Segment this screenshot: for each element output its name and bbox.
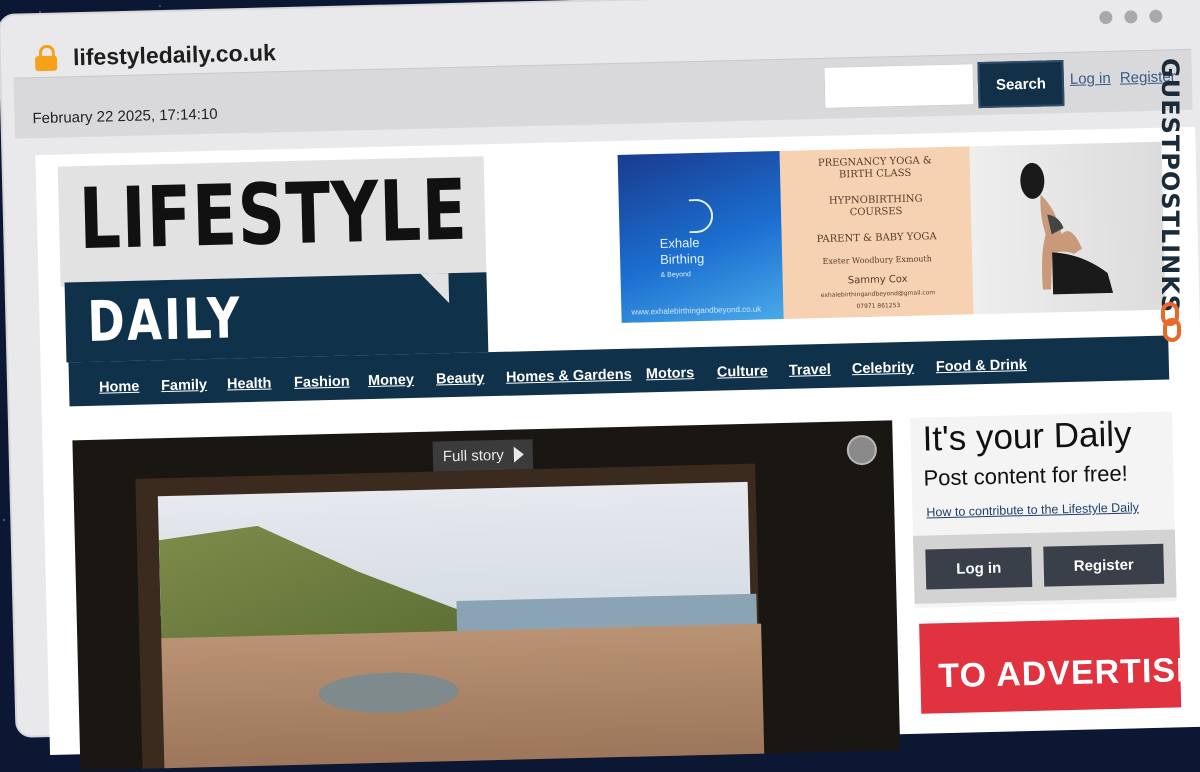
full-story-label: Full story [442,446,504,465]
nav-money[interactable]: Money [368,372,414,389]
ad-site: www.exhalebirthingandbeyond.co.uk [631,304,762,317]
site-logo[interactable]: LIFESTYLE DAILY [57,156,489,363]
advertise-banner[interactable]: TO ADVERTISE [919,617,1182,714]
ad-brand-panel: Exhale Birthing & Beyond www.exhalebirth… [617,150,784,323]
date-time: February 22 2025, 17:14:10 [32,105,218,128]
ad-line: Exeter Woodbury Exmouth [822,254,932,266]
how-to-contribute-link[interactable]: How to contribute to the Lifestyle Daily [926,500,1139,519]
nav-travel[interactable]: Travel [789,362,831,379]
chain-link-icon [1161,302,1181,342]
window-dot-icon[interactable] [1099,10,1113,25]
lock-icon [34,44,58,72]
play-arrow-icon [513,446,524,463]
nav-beauty[interactable]: Beauty [436,370,485,387]
ad-brand-line1: Exhale [659,234,700,251]
nav-health[interactable]: Health [227,375,272,392]
ad-line: PARENT & BABY YOGA [816,231,937,246]
hero-story-image[interactable]: Full story [72,420,901,771]
ad-photo [969,141,1166,315]
carousel-dot-icon[interactable] [846,434,878,466]
panel-login-button[interactable]: Log in [925,546,1033,590]
ad-brand-line2: Birthing [659,250,705,267]
brand-swirl-icon [688,198,714,234]
page-content: LIFESTYLE DAILY Exhale Birthing & Beyond… [35,126,1200,771]
nav-food-drink[interactable]: Food & Drink [936,357,1027,375]
full-story-button[interactable]: Full story [432,439,534,472]
ad-brand-line3: & Beyond [660,271,691,279]
panel-button-row: Log in Register [912,529,1177,604]
banner-advert[interactable]: Exhale Birthing & Beyond www.exhalebirth… [617,141,1166,325]
panel-register-button[interactable]: Register [1043,543,1165,587]
panel-headline: It's your Daily [922,414,1132,459]
search-button[interactable]: Search [977,60,1065,109]
window-dot-icon[interactable] [1124,10,1138,24]
search-input[interactable] [823,63,975,109]
guestpostlinks-watermark: GUESTPOSTLINKS [1154,52,1194,352]
window-dot-icon[interactable] [1149,9,1163,23]
nav-culture[interactable]: Culture [717,363,768,380]
watermark-text: GUESTPOSTLINKS [1156,58,1184,314]
url-text[interactable]: lifestyledaily.co.uk [73,39,276,71]
nav-fashion[interactable]: Fashion [294,374,350,391]
nav-home[interactable]: Home [99,379,140,396]
nav-celebrity[interactable]: Celebrity [852,360,914,378]
nav-motors[interactable]: Motors [646,365,695,382]
yoga-figure-icon [1020,162,1114,295]
beach [161,623,765,771]
contribute-panel: It's your Daily Post content for free! H… [910,411,1177,608]
window-controls [1099,9,1163,25]
nav-family[interactable]: Family [161,377,207,394]
browser-window: lifestyledaily.co.uk February 22 2025, 1… [0,0,1200,771]
login-link[interactable]: Log in [1070,70,1111,88]
logo-line1: LIFESTYLE [77,160,469,269]
panel-subline: Post content for free! [923,460,1129,491]
logo-line2: DAILY [86,286,243,355]
ad-text-panel: PREGNANCY YOGA & BIRTH CLASS HYPNOBIRTHI… [779,146,974,319]
nav-homes-gardens[interactable]: Homes & Gardens [506,367,632,386]
